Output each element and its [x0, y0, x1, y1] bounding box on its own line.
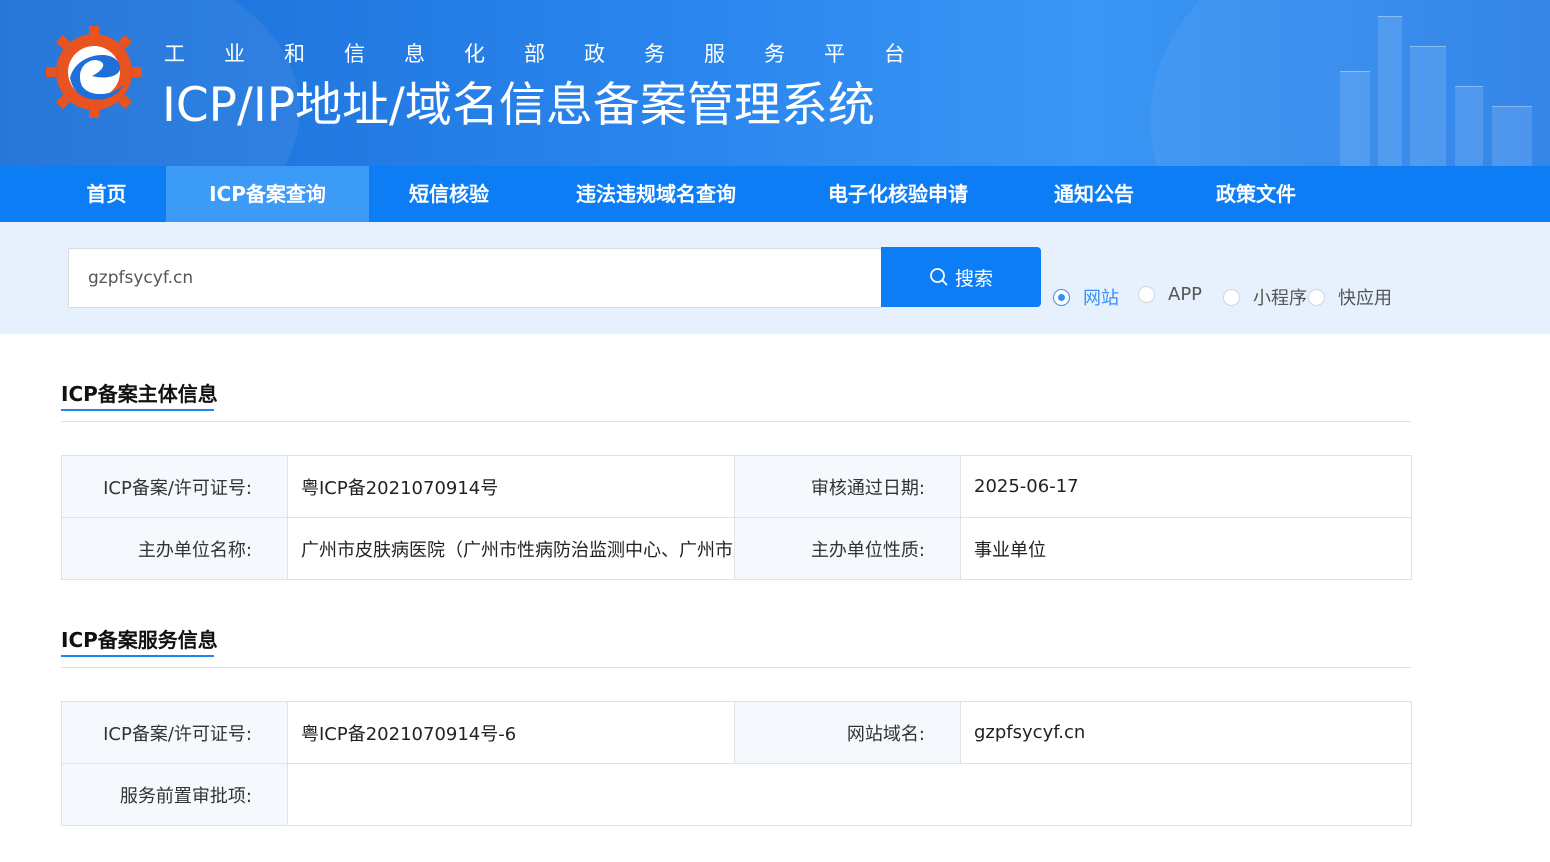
nav-notices[interactable]: 通知公告 — [1036, 166, 1152, 222]
city-building — [1340, 71, 1370, 166]
city-building — [1378, 16, 1402, 166]
search-input[interactable] — [68, 248, 882, 308]
approve-date-label: 审核通过日期: — [734, 455, 961, 518]
type-radio-label: 快应用 — [1338, 288, 1392, 309]
section-title-subject: ICP备案主体信息 — [61, 382, 218, 406]
nav-sms-verify[interactable]: 短信核验 — [390, 166, 508, 222]
section-divider — [61, 667, 1411, 668]
pre-approval-label: 服务前置审批项: — [61, 763, 288, 826]
service-license-value: 粤ICP备2021070914号-6 — [287, 701, 735, 764]
radio-dot — [1308, 288, 1325, 306]
table-row: 主办单位名称: 广州市皮肤病医院（广州市性病防治监测中心、广州市皮 主办单位性质… — [61, 517, 1412, 580]
table-row: ICP备案/许可证号: 粤ICP备2021070914号 审核通过日期: 202… — [61, 455, 1412, 518]
org-type-label: 主办单位性质: — [734, 517, 961, 580]
nav-illegal-domain-query[interactable]: 违法违规域名查询 — [556, 166, 756, 222]
pre-approval-value — [287, 763, 1412, 826]
miit-logo-icon — [46, 26, 142, 118]
section-title-underline — [61, 409, 214, 411]
city-building — [1492, 106, 1532, 166]
org-name-value: 广州市皮肤病医院（广州市性病防治监测中心、广州市皮 — [287, 517, 735, 580]
system-title: ICP/IP地址/域名信息备案管理系统 — [162, 78, 875, 133]
license-label: ICP备案/许可证号: — [61, 455, 288, 518]
section-title-service: ICP备案服务信息 — [61, 628, 218, 652]
type-radio-label: 小程序 — [1253, 288, 1307, 309]
radio-dot — [1223, 288, 1240, 306]
type-radio-label: APP — [1168, 284, 1203, 305]
search-button[interactable]: 搜索 — [881, 247, 1041, 307]
search-button-label: 搜索 — [954, 268, 993, 290]
approve-date-value: 2025-06-17 — [960, 455, 1412, 518]
license-value: 粤ICP备2021070914号 — [287, 455, 735, 518]
nav-policy-docs[interactable]: 政策文件 — [1198, 166, 1314, 222]
type-radio-label: 网站 — [1083, 288, 1119, 309]
search-icon — [930, 268, 948, 286]
radio-dot — [1138, 286, 1155, 303]
city-building — [1410, 46, 1446, 166]
header-banner: 工业和信息化部政务服务平台 ICP/IP地址/域名信息备案管理系统 — [0, 0, 1550, 166]
table-row: 服务前置审批项: — [61, 763, 1412, 826]
type-radio-app[interactable]: APP — [1138, 284, 1202, 305]
type-radio-quickapp[interactable]: 快应用 — [1308, 284, 1392, 310]
table-row: ICP备案/许可证号: 粤ICP备2021070914号-6 网站域名: gzp… — [61, 701, 1412, 764]
domain-value: gzpfsycyf.cn — [960, 701, 1412, 764]
nav-icp-query[interactable]: ICP备案查询 — [166, 166, 369, 222]
nav-home[interactable]: 首页 — [62, 166, 151, 222]
service-license-label: ICP备案/许可证号: — [61, 701, 288, 764]
service-info-table: ICP备案/许可证号: 粤ICP备2021070914号-6 网站域名: gzp… — [61, 701, 1412, 826]
domain-label: 网站域名: — [734, 701, 961, 764]
org-name-label: 主办单位名称: — [61, 517, 288, 580]
type-radio-miniprogram[interactable]: 小程序 — [1223, 284, 1307, 310]
city-building — [1455, 86, 1483, 166]
section-title-underline — [61, 655, 214, 657]
org-type-value: 事业单位 — [960, 517, 1412, 580]
radio-dot — [1053, 288, 1070, 306]
type-radio-website[interactable]: 网站 — [1053, 284, 1119, 310]
subject-info-table: ICP备案/许可证号: 粤ICP备2021070914号 审核通过日期: 202… — [61, 455, 1412, 580]
section-divider — [61, 421, 1411, 422]
main-nav: 首页 ICP备案查询 短信核验 违法违规域名查询 电子化核验申请 通知公告 政策… — [0, 166, 1550, 222]
org-name: 工业和信息化部政务服务平台 — [164, 42, 944, 66]
nav-electronic-verify[interactable]: 电子化核验申请 — [806, 166, 990, 222]
search-area: 搜索 网站 APP 小程序 快应用 — [0, 222, 1550, 334]
